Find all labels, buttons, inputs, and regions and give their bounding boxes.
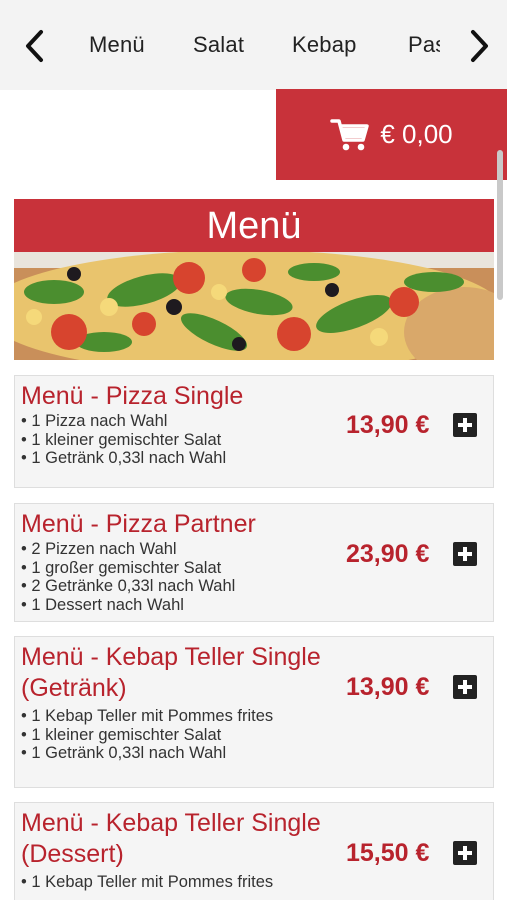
cart-total: € 0,00 [380, 119, 453, 149]
tab-kebap[interactable]: Kebap [292, 32, 357, 58]
menu-item-price: 13,90 € [346, 411, 430, 439]
menu-item-line: 2 Getränke 0,33l nach Wahl [21, 577, 321, 596]
menu-item-line: 1 großer gemischter Salat [21, 559, 321, 578]
menu-item-description: 1 Pizza nach Wahl 1 kleiner gemischter S… [21, 412, 321, 468]
menu-item-price: 23,90 € [346, 540, 430, 568]
menu-item-title: Menü - Pizza Single [21, 382, 244, 410]
plus-icon[interactable] [453, 542, 477, 566]
tab-pasta[interactable]: Pasta [408, 32, 440, 58]
menu-item-title: Menü - Pizza Partner [21, 510, 256, 538]
menu-item-line: 1 Kebap Teller mit Pommes frites [21, 873, 281, 892]
chevron-right-icon[interactable] [464, 28, 494, 64]
tab-menue[interactable]: Menü [89, 32, 145, 58]
plus-icon[interactable] [453, 413, 477, 437]
section-title: Menü [206, 204, 302, 247]
menu-item-description: 1 Kebap Teller mit Pommes frites [21, 873, 281, 892]
chevron-left-icon[interactable] [20, 28, 50, 64]
category-nav: Menü Salat Kebap Pasta [0, 0, 507, 90]
menu-item-card[interactable]: Menü - Kebap Teller Single (Getränk) 1 K… [14, 636, 494, 788]
menu-item-card[interactable]: Menü - Pizza Single 1 Pizza nach Wahl 1 … [14, 375, 494, 488]
menu-item-line: 1 Dessert nach Wahl [21, 596, 321, 615]
menu-item-card[interactable]: Menü - Pizza Partner 2 Pizzen nach Wahl … [14, 503, 494, 622]
menu-item-price: 15,50 € [346, 839, 430, 867]
pizza-banner-image [14, 252, 494, 360]
menu-item-card[interactable]: Menü - Kebap Teller Single (Dessert) 1 K… [14, 802, 494, 900]
menu-item-line: 1 Getränk 0,33l nach Wahl [21, 744, 281, 763]
scrollbar[interactable] [497, 150, 503, 300]
menu-item-price: 13,90 € [346, 673, 430, 701]
menu-item-line: 1 kleiner gemischter Salat [21, 431, 321, 450]
section-header: Menü [14, 199, 494, 253]
menu-item-title: Menü - Kebap Teller Single (Getränk) [21, 643, 321, 702]
plus-icon[interactable] [453, 841, 477, 865]
menu-item-description: 1 Kebap Teller mit Pommes frites 1 klein… [21, 707, 281, 763]
menu-item-line: 1 kleiner gemischter Salat [21, 726, 281, 745]
menu-item-title: Menü - Kebap Teller Single (Dessert) [21, 809, 321, 868]
tab-salat[interactable]: Salat [193, 32, 244, 58]
menu-item-description: 2 Pizzen nach Wahl 1 großer gemischter S… [21, 540, 321, 615]
plus-icon[interactable] [453, 675, 477, 699]
menu-item-line: 1 Kebap Teller mit Pommes frites [21, 707, 281, 726]
shopping-cart-icon [330, 118, 370, 150]
menu-item-line: 2 Pizzen nach Wahl [21, 540, 321, 559]
cart-button[interactable]: € 0,00 [276, 89, 507, 180]
menu-item-line: 1 Getränk 0,33l nach Wahl [21, 449, 321, 468]
menu-item-line: 1 Pizza nach Wahl [21, 412, 321, 431]
category-tabs: Menü Salat Kebap Pasta [60, 0, 440, 90]
